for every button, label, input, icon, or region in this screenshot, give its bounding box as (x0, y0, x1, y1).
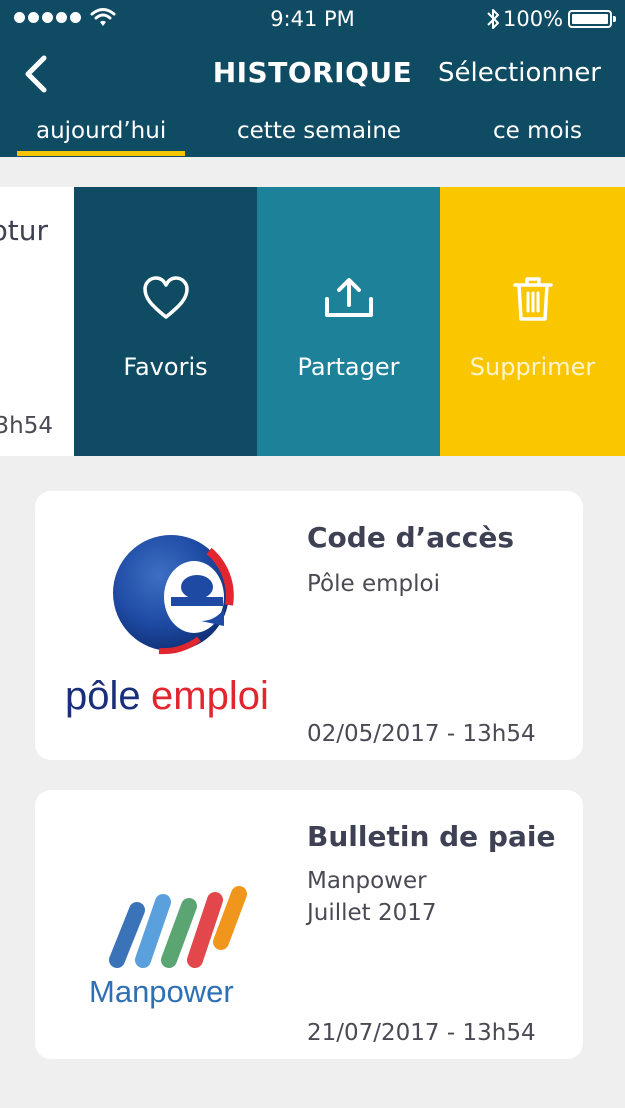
item-date: 21/07/2017 - 13h54 (307, 1020, 536, 1046)
status-bar: 9:41 PM 100% (0, 0, 625, 40)
item-subtitle-2: Juillet 2017 (307, 900, 437, 926)
item-title: Bulletin de paie (307, 820, 556, 853)
select-button[interactable]: Sélectionner (438, 58, 601, 88)
swiped-item-date: 3h54 (0, 413, 53, 439)
tab-today[interactable]: aujourd’hui (36, 118, 166, 144)
favorite-button[interactable]: Favoris (74, 187, 257, 456)
header-bar: 9:41 PM 100% HISTORIQUE Sélectionner auj… (0, 0, 625, 157)
share-label: Partager (297, 353, 400, 381)
delete-label: Supprimer (469, 353, 596, 381)
item-subtitle: Manpower (307, 868, 427, 894)
history-item-pole-emploi[interactable]: pôle emploi Code d’accès Pôle emploi 02/… (35, 491, 583, 760)
item-date: 02/05/2017 - 13h54 (307, 721, 536, 747)
swiped-history-item[interactable]: ptur 3h54 Favoris Partager (0, 187, 625, 456)
tab-this-week[interactable]: cette semaine (237, 118, 401, 144)
logo-text-manpower: Manpower (89, 974, 234, 1009)
logo-text-emploi: emploi (151, 674, 269, 718)
delete-button[interactable]: Supprimer (440, 187, 625, 456)
bluetooth-icon (487, 9, 499, 29)
logo-text-pole: pôle (65, 674, 141, 718)
tab-this-month[interactable]: ce mois (493, 118, 582, 144)
share-button[interactable]: Partager (257, 187, 440, 456)
active-tab-indicator (17, 151, 185, 156)
history-item-manpower[interactable]: Manpower Bulletin de paie Manpower Juill… (35, 790, 583, 1059)
share-icon (324, 278, 373, 317)
item-title: Code d’accès (307, 521, 514, 554)
favorite-label: Favoris (123, 353, 208, 381)
battery-icon (568, 10, 616, 28)
heart-icon (142, 276, 189, 319)
manpower-logo: Manpower (89, 886, 247, 1009)
swiped-item-card[interactable]: ptur 3h54 (0, 187, 74, 456)
tab-bar: aujourd’hui cette semaine ce mois (0, 118, 625, 157)
pole-emploi-logo: pôle emploi (65, 535, 269, 718)
trash-icon (512, 277, 553, 321)
swiped-item-title: ptur (0, 214, 48, 247)
item-subtitle: Pôle emploi (307, 571, 440, 597)
battery-percent: 100% (503, 7, 564, 31)
